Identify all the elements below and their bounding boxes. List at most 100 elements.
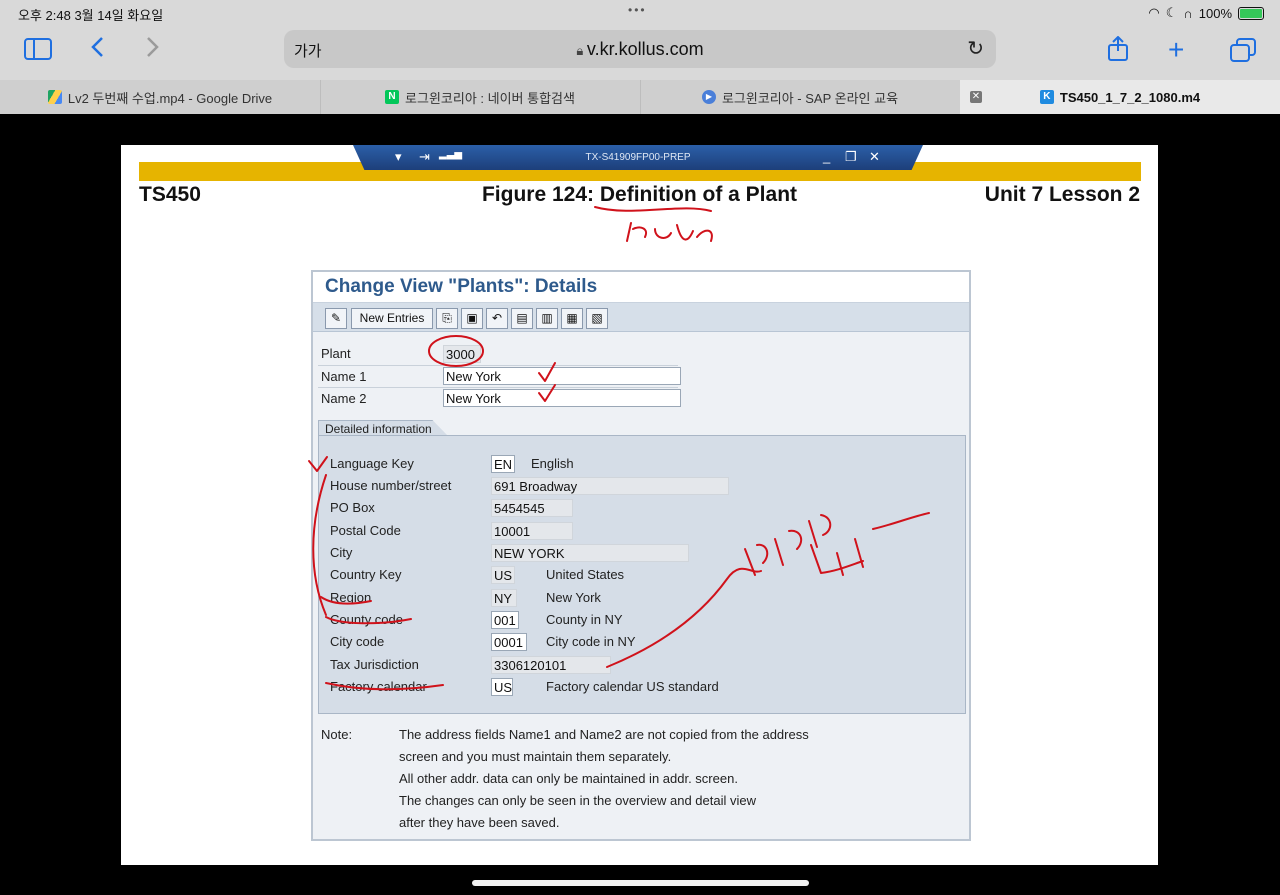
lock-icon: 🔒︎ <box>576 43 587 58</box>
country-key-field: US <box>491 566 515 584</box>
factory-calendar-desc: Factory calendar US standard <box>546 679 719 694</box>
house-street-field: 691 Broadway <box>491 477 729 495</box>
note-line: The changes can only be seen in the over… <box>399 793 756 808</box>
name2-label: Name 2 <box>321 391 367 406</box>
wifi-icon: ◠ <box>1148 5 1160 20</box>
status-right: ◠ ☾ ∩ 100% <box>1148 5 1264 21</box>
plant-label: Plant <box>321 346 351 361</box>
region-desc: New York <box>546 590 601 605</box>
sap-toolbar: ✎ New Entries ⎘ ▣ ↶ ▤ ▥ ▦ ▧ <box>313 303 969 332</box>
language-key-field[interactable]: EN <box>491 455 515 473</box>
reload-icon[interactable]: ↻ <box>967 36 984 61</box>
tab-label: TS450_1_7_2_1080.m4 <box>1059 89 1201 105</box>
new-entries-button[interactable]: New Entries <box>351 308 433 329</box>
select-block-icon[interactable]: ▥ <box>536 308 558 329</box>
detailed-info-group: Language Key EN English House number/str… <box>318 435 966 714</box>
forward-icon[interactable] <box>146 36 160 64</box>
underline-stroke <box>594 206 712 212</box>
print-icon[interactable]: ▧ <box>586 308 608 329</box>
url-label: v.kr.kollus.com <box>586 39 704 59</box>
plant-field: 3000 <box>443 345 481 363</box>
minimize-icon: _ <box>823 149 831 164</box>
window-title: TX-S41909FP00-PREP <box>585 152 691 163</box>
city-label: City <box>330 545 353 560</box>
note-line: after they have been saved. <box>399 815 560 830</box>
name2-field[interactable]: New York <box>443 389 681 407</box>
note-line: The address fields Name1 and Name2 are n… <box>399 727 809 742</box>
moon-icon: ☾ <box>1165 5 1178 20</box>
city-code-desc: City code in NY <box>546 634 636 649</box>
new-tab-icon[interactable]: + <box>1168 34 1184 66</box>
postal-code-label: Postal Code <box>330 523 401 538</box>
tab-google-drive[interactable]: Lv2 두번째 수업.mp4 - Google Drive <box>0 80 321 114</box>
factory-calendar-label: Factory calendar <box>330 679 427 694</box>
country-key-label: Country Key <box>330 567 402 582</box>
headphones-icon: ∩ <box>1183 5 1193 21</box>
note-line: screen and you must maintain them separa… <box>399 749 672 764</box>
tab-label: Lv2 두번째 수업.mp4 - Google Drive <box>67 90 273 106</box>
kollus-icon: K <box>1039 90 1054 104</box>
close-icon: ✕ <box>869 149 880 164</box>
sap-screen: Change View "Plants": Details ✎ New Entr… <box>311 270 971 841</box>
county-code-desc: County in NY <box>546 612 623 627</box>
battery-percent: 100% <box>1198 5 1232 21</box>
city-field: NEW YORK <box>491 544 689 562</box>
detailed-info-tab: Detailed information <box>318 420 448 436</box>
note-line: All other addr. data can only be maintai… <box>399 771 738 786</box>
po-box-field: 5454545 <box>491 499 573 517</box>
tab-naver[interactable]: N 로그윈코리아 : 네이버 통합검색 <box>320 80 641 114</box>
note-text: The address fields Name1 and Name2 are n… <box>399 724 809 834</box>
language-key-desc: English <box>531 456 574 471</box>
name1-field[interactable]: New York <box>443 367 681 385</box>
korean-note-stroke <box>626 222 713 242</box>
sap-title-bar: Change View "Plants": Details <box>313 272 969 303</box>
address-bar[interactable]: 가가 🔒︎ v.kr.kollus.com ↻ <box>284 30 996 68</box>
edit-icon[interactable]: ✎ <box>325 308 347 329</box>
name1-label: Name 1 <box>321 369 367 384</box>
language-key-label: Language Key <box>330 456 414 471</box>
sap-screen-title: Change View "Plants": Details <box>325 276 598 297</box>
tab-kollus-video[interactable]: ✕ K TS450_1_7_2_1080.m4 <box>960 80 1280 114</box>
naver-icon: N <box>385 90 400 104</box>
battery-icon <box>1238 6 1264 20</box>
back-icon[interactable] <box>90 36 104 64</box>
tab-sap-education[interactable]: ▶ 로그윈코리아 - SAP 온라인 교육 <box>640 80 961 114</box>
close-tab-icon[interactable]: ✕ <box>970 91 982 103</box>
lesson-label: Unit 7 Lesson 2 <box>984 183 1140 206</box>
status-time: 오후 2:48 3월 14일 화요일 <box>18 8 164 23</box>
home-indicator[interactable] <box>472 880 809 886</box>
undo-icon[interactable]: ↶ <box>486 308 508 329</box>
factory-calendar-field[interactable]: US <box>491 678 513 696</box>
url-text[interactable]: 🔒︎ v.kr.kollus.com <box>284 39 996 60</box>
tab-label: 로그윈코리아 : 네이버 통합검색 <box>405 90 575 106</box>
postal-code-field: 10001 <box>491 522 573 540</box>
google-drive-icon <box>47 90 62 104</box>
tabs-overview-icon[interactable] <box>1230 38 1256 68</box>
status-bar: 오후 2:48 3월 14일 화요일 ••• ◠ ☾ ∩ 100% <box>0 0 1280 26</box>
delete-icon[interactable]: ▣ <box>461 308 483 329</box>
region-label: Region <box>330 590 372 605</box>
multitask-dots-icon[interactable]: ••• <box>628 3 647 17</box>
sidebar-icon[interactable] <box>24 38 52 66</box>
deselect-all-icon[interactable]: ▦ <box>561 308 583 329</box>
browser-toolbar: 가가 🔒︎ v.kr.kollus.com ↻ + <box>0 26 1280 80</box>
county-code-field[interactable]: 001 <box>491 611 519 629</box>
country-key-desc: United States <box>546 567 625 582</box>
tab-bar: Lv2 두번째 수업.mp4 - Google Drive N 로그윈코리아 :… <box>0 80 1280 114</box>
restore-icon: ❐ <box>845 149 857 164</box>
city-code-field[interactable]: 0001 <box>491 633 527 651</box>
share-icon[interactable] <box>1106 35 1130 68</box>
select-all-icon[interactable]: ▤ <box>511 308 533 329</box>
note-label: Note: <box>321 727 353 742</box>
copy-icon[interactable]: ⎘ <box>436 308 458 329</box>
house-street-label: House number/street <box>330 478 452 493</box>
tax-jurisdiction-label: Tax Jurisdiction <box>330 657 419 672</box>
tax-jurisdiction-field: 3306120101 <box>491 656 611 674</box>
video-slide[interactable]: ▾ ⇥ ▂▃▅ TX-S41909FP00-PREP _ ❐ ✕ TS450 F… <box>121 145 1158 865</box>
po-box-label: PO Box <box>330 500 375 515</box>
tab-label: 로그윈코리아 - SAP 온라인 교육 <box>721 90 899 106</box>
region-field: NY <box>491 589 517 607</box>
city-code-label: City code <box>330 634 385 649</box>
county-code-label: County code <box>330 612 403 627</box>
play-icon: ▶ <box>701 90 716 104</box>
